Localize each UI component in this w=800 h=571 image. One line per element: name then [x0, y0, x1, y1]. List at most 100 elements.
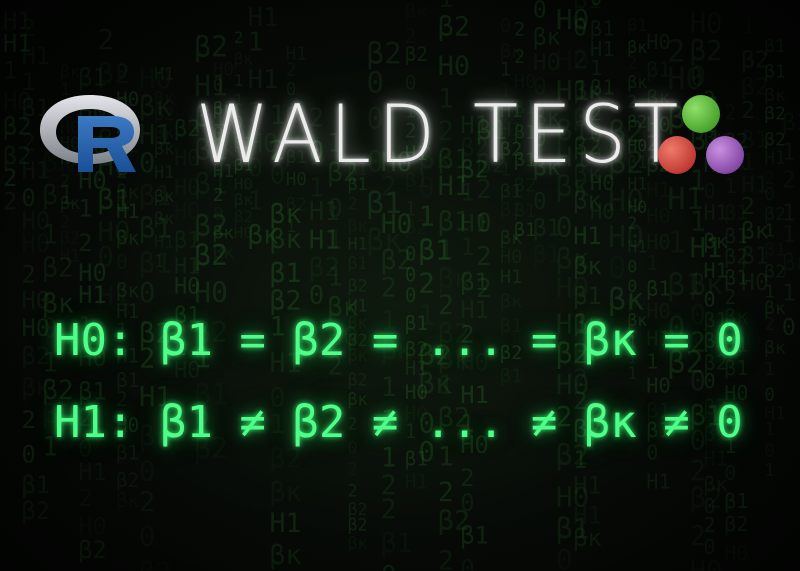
matrix-glyph: 2: [348, 460, 358, 479]
matrix-glyph: 2: [22, 129, 36, 157]
matrix-glyph: 0: [764, 185, 775, 205]
matrix-glyph: 0: [139, 278, 156, 309]
matrix-glyph: 2: [22, 261, 36, 289]
matrix-glyph: β1: [248, 0, 279, 1]
matrix-glyph: 1: [741, 14, 755, 40]
matrix-glyph: 2: [782, 168, 796, 194]
matrix-glyph: β2: [348, 371, 368, 390]
matrix-glyph: 1: [248, 28, 263, 58]
matrix-glyph: β2: [78, 536, 106, 564]
matrix-glyph: H1: [405, 471, 428, 494]
matrix-glyph: 1: [42, 221, 58, 251]
matrix-glyph: 1: [764, 221, 775, 241]
matrix-glyph: 0: [22, 441, 36, 469]
matrix-glyph: 1: [782, 281, 796, 307]
matrix-glyph: 2: [476, 274, 492, 304]
matrix-glyph: H1: [116, 200, 139, 223]
matrix-glyph: H1: [78, 458, 106, 486]
matrix-glyph: 0: [405, 284, 417, 307]
matrix-glyph: 2: [381, 273, 397, 303]
matrix-glyph: H0: [500, 247, 523, 268]
matrix-glyph: 0: [405, 242, 417, 265]
matrix-glyph: βκ: [500, 291, 523, 312]
matrix-glyph: 0: [97, 240, 114, 273]
matrix-glyph: β1: [460, 522, 489, 550]
matrix-glyph: 2: [3, 187, 17, 215]
matrix-glyph: 1: [460, 233, 474, 261]
matrix-glyph: 2: [460, 464, 474, 492]
matrix-glyph: 2: [97, 23, 114, 56]
matrix-glyph: 2: [78, 229, 92, 257]
matrix-glyph: 1: [782, 140, 796, 166]
matrix-glyph: β1: [573, 282, 602, 310]
matrix-glyph: β2: [438, 12, 470, 43]
matrix-glyph: H1: [60, 246, 80, 266]
matrix-glyph: 2: [381, 495, 397, 525]
matrix-glyph: 0: [476, 208, 492, 238]
matrix-glyph: H1: [154, 232, 174, 252]
matrix-glyph: β1: [348, 254, 368, 273]
matrix-glyph: H1: [154, 162, 174, 182]
matrix-glyph: 1: [500, 59, 511, 80]
matrix-glyph: βκ: [270, 540, 302, 571]
matrix-glyph: β2: [348, 516, 368, 535]
matrix-glyph: 2: [418, 267, 435, 299]
matrix-glyph: H1: [646, 469, 670, 493]
matrix-glyph: β1: [782, 110, 800, 136]
matrix-glyph: 2: [573, 46, 587, 74]
matrix-glyph: βκ: [782, 250, 800, 276]
matrix-glyph: H1: [573, 222, 602, 250]
matrix-glyph: 1: [782, 222, 796, 248]
matrix-glyph: βκ: [573, 252, 602, 280]
r-logo-icon: [40, 95, 140, 172]
matrix-glyph: 1: [248, 186, 263, 216]
matrix-glyph: 1: [78, 195, 92, 223]
matrix-glyph: 1: [667, 226, 685, 261]
matrix-glyph: 2: [286, 61, 297, 81]
alternative-hypothesis: H1: β1 ≠ β2 ≠ ... ≠ βκ ≠ 0: [54, 397, 743, 448]
matrix-glyph: 0: [556, 211, 573, 244]
matrix-glyph: 1: [327, 263, 342, 293]
matrix-glyph: 2: [704, 513, 716, 537]
matrix-background: H1H11H0β2β2222H11β12H10H0H02H0H0β2βκ20β1…: [3, 0, 800, 571]
matrix-glyph: 1: [154, 251, 164, 271]
matrix-glyph: 2: [22, 14, 36, 42]
matrix-glyph: 2: [139, 487, 156, 518]
matrix-glyph: H1: [348, 234, 368, 253]
matrix-glyph: βκ: [213, 243, 235, 263]
matrix-glyph: βκ: [116, 279, 140, 302]
matrix-glyph: 2: [438, 477, 454, 508]
matrix-glyph: 2: [348, 482, 358, 501]
matrix-glyph: 2: [627, 53, 637, 72]
matrix-glyph: 2: [22, 406, 36, 434]
matrix-glyph: β2: [194, 31, 228, 64]
matrix-glyph: 0: [724, 461, 736, 485]
matrix-glyph: H1: [154, 63, 174, 83]
matrix-glyph: 0: [213, 204, 224, 224]
matrix-glyph: βκ: [270, 477, 302, 508]
matrix-glyph: βκ: [154, 139, 174, 159]
matrix-glyph: β2: [724, 512, 748, 536]
matrix-glyph: βκ: [405, 0, 429, 23]
matrix-glyph: β1: [500, 366, 523, 387]
matrix-glyph: 0: [139, 522, 156, 553]
matrix-glyph: H1: [270, 508, 302, 539]
matrix-glyph: β1: [22, 471, 51, 499]
matrix-glyph: H0: [194, 276, 228, 309]
matrix-glyph: βκ: [116, 489, 140, 512]
matrix-glyph: H0: [690, 8, 723, 39]
matrix-glyph: 1: [3, 57, 17, 85]
matrix-glyph: 0: [460, 555, 474, 571]
matrix-glyph: β2: [22, 497, 51, 525]
matrix-glyph: 2: [78, 484, 92, 512]
matrix-glyph: 1: [418, 201, 435, 233]
wald-test-banner: H1 H1 1 H0 β2 β2 2 2 2 H1 1 β1 2 H1 0 H0 H0 2 H0 H0 β2 βκ 2 0 β1…: [0, 0, 800, 571]
matrix-glyph: 0: [704, 369, 716, 393]
matrix-glyph: 0: [381, 562, 397, 571]
matrix-glyph: H0: [438, 51, 470, 82]
matrix-glyph: β2: [139, 558, 172, 571]
matrix-glyph: 0: [500, 16, 511, 37]
matrix-glyph: βκ: [154, 209, 174, 229]
matrix-glyph: β2: [154, 104, 174, 124]
matrix-glyph: 1: [438, 235, 454, 266]
